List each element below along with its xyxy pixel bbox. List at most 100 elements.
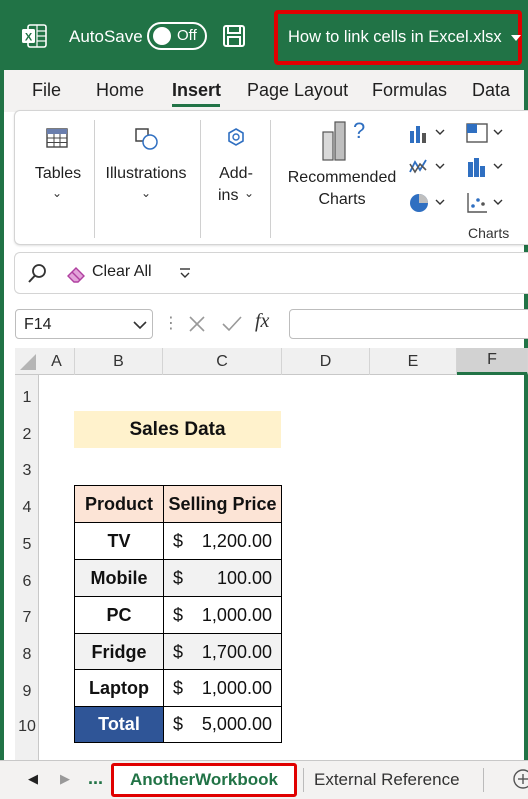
sheet-tab-anotherworkbook[interactable]: AnotherWorkbook: [111, 763, 297, 797]
file-title-dropdown[interactable]: How to link cells in Excel.xlsx: [274, 10, 522, 65]
sheet-tab-external-reference[interactable]: External Reference: [314, 770, 460, 790]
row-header-3[interactable]: 3: [15, 455, 39, 487]
more-sheets-button[interactable]: ...: [88, 768, 103, 789]
price-amount: 5,000.00: [201, 714, 272, 734]
formula-input[interactable]: [289, 309, 528, 339]
column-header-a[interactable]: A: [39, 348, 75, 375]
addins-icon: [228, 128, 244, 146]
column-header-d[interactable]: D: [282, 348, 370, 375]
column-header-b[interactable]: B: [75, 348, 163, 375]
row-header-7[interactable]: 7: [15, 602, 39, 634]
price-cell[interactable]: $ 1,700.00: [163, 633, 282, 671]
selling-price-header-cell[interactable]: Selling Price: [163, 485, 282, 523]
scatter-chart-icon[interactable]: [466, 191, 506, 215]
add-sheet-icon[interactable]: [512, 768, 528, 790]
currency-symbol: $: [173, 567, 184, 588]
row-header-1[interactable]: 1: [15, 382, 39, 414]
product-header-cell[interactable]: Product: [74, 485, 164, 523]
tab-divider: [303, 768, 304, 792]
tab-page-layout[interactable]: Page Layout: [247, 80, 348, 101]
addins-label-line2: ins: [218, 187, 239, 204]
row-header-6[interactable]: 6: [15, 566, 39, 598]
product-cell[interactable]: Mobile: [74, 559, 164, 597]
ribbon: [14, 110, 528, 245]
product-cell[interactable]: Fridge: [74, 633, 164, 671]
file-title: How to link cells in Excel.xlsx: [288, 28, 502, 46]
recommended-charts-button[interactable]: ? Recommended Charts: [283, 118, 401, 213]
row-header-9[interactable]: 9: [15, 676, 39, 708]
svg-text:?: ?: [353, 118, 365, 143]
price-amount: 1,000.00: [201, 677, 272, 698]
chevron-down-icon: ⌄: [52, 186, 63, 200]
name-box[interactable]: F14: [15, 309, 153, 339]
save-icon[interactable]: [222, 24, 246, 48]
scroll-left-icon[interactable]: ◀: [28, 771, 38, 787]
tab-formulas[interactable]: Formulas: [372, 80, 447, 101]
currency-symbol: $: [173, 714, 184, 734]
price-cell[interactable]: $ 1,200.00: [163, 522, 282, 560]
tab-home[interactable]: Home: [96, 80, 144, 101]
column-header-f[interactable]: F: [457, 348, 528, 375]
formula-bar-grip-icon: ⋮: [163, 315, 179, 332]
statistic-chart-icon[interactable]: [466, 156, 506, 178]
select-all-corner[interactable]: [16, 352, 38, 372]
chevron-down-icon[interactable]: [132, 319, 148, 331]
recommended-charts-line2: Charts: [318, 191, 366, 208]
addins-button[interactable]: Add- ins ⌄: [208, 120, 264, 210]
tab-file[interactable]: File: [32, 80, 61, 101]
price-amount: 1,700.00: [201, 641, 272, 662]
autosave-label: AutoSave: [69, 27, 143, 46]
recommended-charts-line1: Recommended: [287, 169, 397, 186]
price-amount: 1,200.00: [201, 530, 272, 551]
active-tab-indicator: [172, 104, 220, 107]
row-header-8[interactable]: 8: [15, 639, 39, 671]
row-header-10[interactable]: 10: [15, 711, 39, 743]
autosave-toggle[interactable]: Off: [147, 22, 207, 50]
tab-insert[interactable]: Insert: [172, 80, 221, 101]
ribbon-separator: [270, 120, 271, 238]
insert-function-button[interactable]: fx: [255, 310, 269, 333]
price-cell[interactable]: $ 100.00: [163, 559, 282, 597]
svg-text:X: X: [25, 32, 33, 44]
recommended-charts-icon: ?: [322, 118, 365, 161]
hierarchy-chart-icon[interactable]: [466, 122, 506, 144]
sheet-tab-label: AnotherWorkbook: [130, 770, 278, 789]
product-cell[interactable]: Laptop: [74, 669, 164, 707]
tab-data[interactable]: Data: [472, 80, 510, 101]
eraser-icon[interactable]: [64, 262, 88, 286]
pie-chart-icon[interactable]: [408, 191, 448, 215]
column-header-e[interactable]: E: [370, 348, 457, 375]
price-cell[interactable]: $ 1,000.00: [163, 669, 282, 707]
column-header-c[interactable]: C: [163, 348, 282, 375]
scroll-right-icon[interactable]: ▶: [60, 771, 70, 787]
line-chart-icon[interactable]: [408, 156, 448, 178]
column-chart-icon[interactable]: [408, 122, 448, 144]
customize-toolbar-icon[interactable]: [178, 266, 192, 280]
charts-group-label: Charts: [468, 225, 510, 241]
cancel-icon[interactable]: [186, 313, 208, 335]
tables-button[interactable]: Tables ⌄: [30, 120, 86, 205]
shapes-icon: [135, 128, 158, 150]
row-header-5[interactable]: 5: [15, 529, 39, 561]
total-price-cell[interactable]: $ 5,000.00: [163, 706, 282, 743]
currency-symbol: $: [173, 677, 184, 698]
product-cell[interactable]: TV: [74, 522, 164, 560]
row-header-2[interactable]: 2: [15, 419, 39, 451]
price-amount: 100.00: [216, 567, 272, 588]
toggle-knob: [153, 27, 171, 45]
currency-symbol: $: [173, 604, 184, 625]
sales-data-title[interactable]: Sales Data: [74, 411, 281, 448]
total-label-cell[interactable]: Total: [74, 706, 164, 743]
table-icon: [46, 128, 68, 148]
product-cell[interactable]: PC: [74, 596, 164, 634]
illustrations-button[interactable]: Illustrations ⌄: [101, 120, 191, 205]
row-header-4[interactable]: 4: [15, 492, 39, 524]
price-cell[interactable]: $ 1,000.00: [163, 596, 282, 634]
enter-check-icon[interactable]: [220, 313, 244, 335]
clear-all-button[interactable]: Clear All: [92, 263, 152, 281]
price-amount: 1,000.00: [201, 604, 272, 625]
excel-logo-icon: X: [22, 24, 47, 48]
name-box-value: F14: [24, 316, 52, 333]
ribbon-separator: [94, 120, 95, 238]
search-icon[interactable]: [26, 262, 50, 286]
